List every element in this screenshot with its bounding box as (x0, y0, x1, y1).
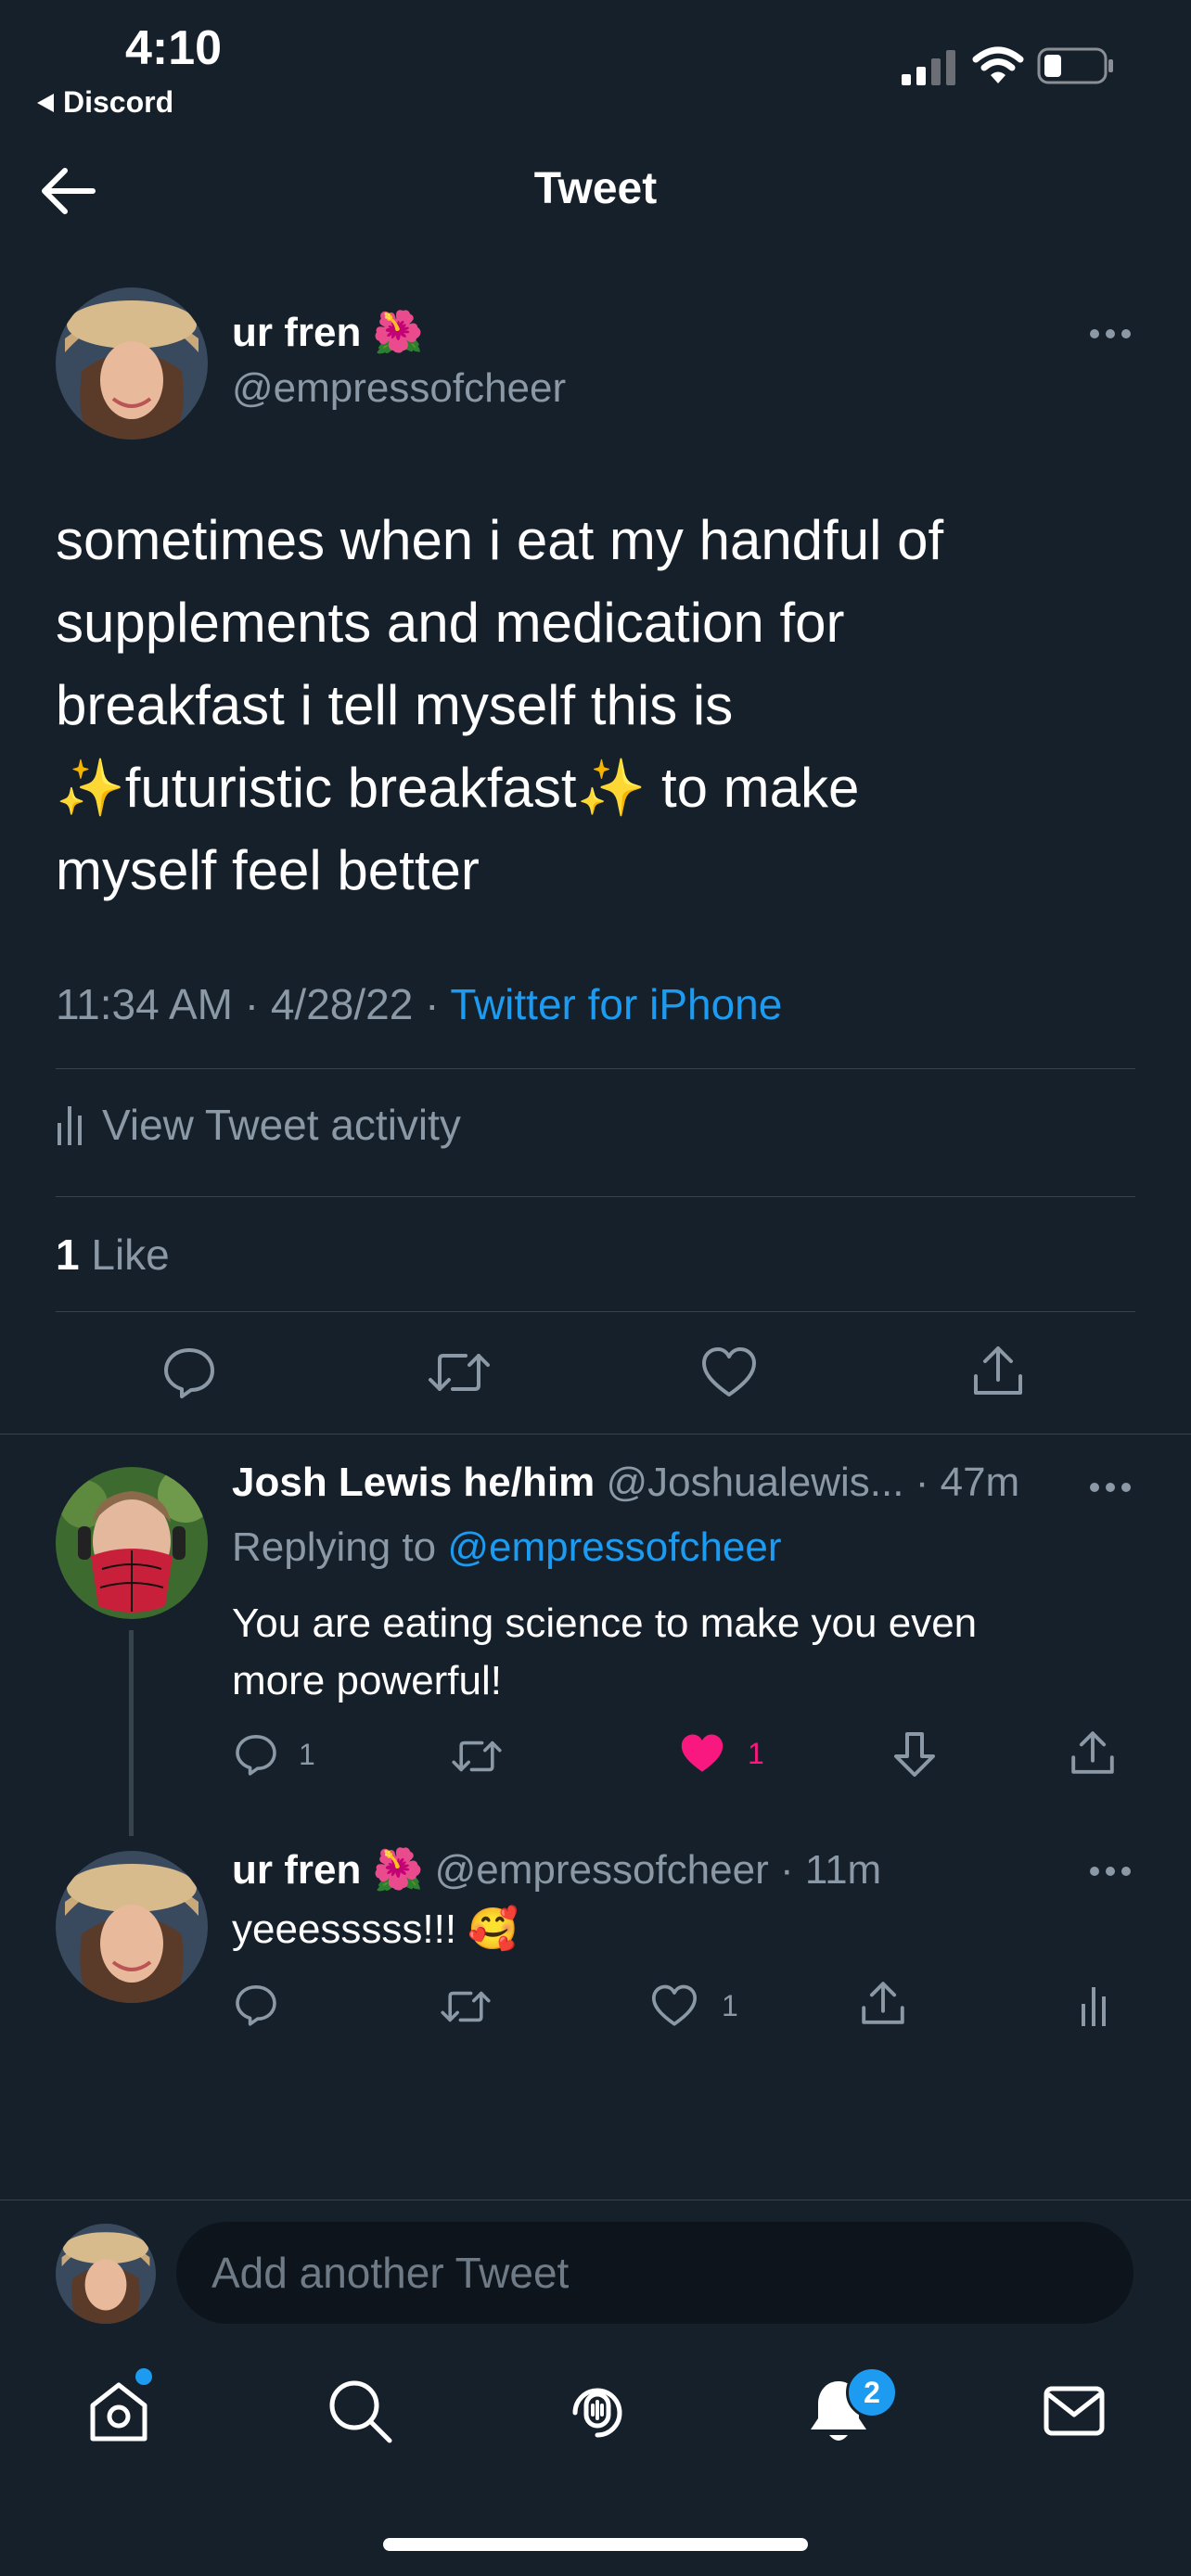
tweet-text-line: sometimes when i eat my handful of (56, 509, 944, 571)
reply-like-count: 1 (722, 1988, 738, 2022)
back-app-label: Discord (63, 85, 174, 119)
page-title: Tweet (533, 164, 658, 213)
signal-icon (900, 48, 957, 85)
reply-avatar[interactable] (56, 1467, 208, 1619)
wifi-icon (972, 46, 1024, 85)
messages-icon[interactable] (1039, 2376, 1109, 2446)
author-handle[interactable]: @empressofcheer (232, 365, 566, 412)
tweet-date: 4/28/22 (270, 980, 414, 1028)
replying-to: Replying to @empressofcheer (232, 1524, 782, 1571)
tweet-text-line: supplements and medication for (56, 592, 845, 654)
reply-more-options-icon[interactable] (1089, 1480, 1132, 1495)
reply-reply-button[interactable]: 1 (234, 1732, 315, 1777)
share-icon[interactable] (1069, 1728, 1117, 1777)
battery-icon (1037, 46, 1115, 85)
share-icon[interactable] (970, 1343, 1026, 1398)
compose-placeholder: Add another Tweet (211, 2249, 570, 2297)
view-tweet-activity-link[interactable]: View Tweet activity (56, 1100, 461, 1150)
search-icon[interactable] (325, 2376, 395, 2446)
likes-count: 1 (56, 1231, 80, 1279)
divider (56, 1068, 1135, 1069)
compose-avatar (56, 2224, 156, 2324)
notifications-badge: 2 (846, 2366, 898, 2418)
spaces-icon[interactable] (562, 2376, 633, 2446)
status-time: 4:10 (125, 21, 223, 75)
tweet-text: sometimes when i eat my handful of suppl… (56, 499, 1132, 912)
view-tweet-activity-label: View Tweet activity (102, 1101, 461, 1149)
tweet-text-line: ✨futuristic breakfast✨ to make (56, 757, 860, 819)
tweet-time: 11:34 AM (56, 980, 233, 1028)
author-avatar[interactable] (56, 287, 208, 440)
reply-more-options-icon[interactable] (1089, 1864, 1132, 1879)
reply-text-line: You are eating science to make you even (232, 1600, 978, 1646)
reply-display-name[interactable]: Josh Lewis he/him (232, 1460, 595, 1505)
reply-icon[interactable] (234, 1983, 278, 2027)
home-icon[interactable] (83, 2376, 154, 2446)
reply-display-name[interactable]: ur fren 🌺 (232, 1847, 423, 1893)
retweet-icon[interactable] (440, 1984, 492, 2029)
retweet-icon[interactable] (429, 1345, 490, 1400)
tweet-text-line: breakfast i tell myself this is (56, 674, 734, 736)
reply-handle[interactable]: @empressofcheer (435, 1847, 769, 1893)
share-icon[interactable] (859, 1979, 907, 2027)
back-to-app-link[interactable]: Discord (35, 85, 173, 120)
home-unread-dot (135, 2368, 152, 2385)
reply-count: 1 (299, 1737, 315, 1771)
analytics-icon (56, 1104, 83, 1145)
reply-header: ur fren 🌺 @empressofcheer · 11m (232, 1845, 881, 1894)
analytics-icon[interactable] (1080, 1984, 1108, 2027)
replying-to-handle-link[interactable]: @empressofcheer (447, 1524, 781, 1570)
reply-like-button[interactable]: 1 (679, 1732, 764, 1775)
reply-age: 47m (940, 1460, 1020, 1505)
reply-icon (234, 1732, 278, 1777)
divider (56, 1311, 1135, 1312)
tweet-meta: 11:34 AM · 4/28/22 · Twitter for iPhone (56, 979, 782, 1029)
reply-like-button[interactable]: 1 (651, 1984, 738, 2027)
reply-like-count: 1 (748, 1736, 764, 1770)
tweet-source-link[interactable]: Twitter for iPhone (450, 980, 782, 1028)
liked-heart-icon (679, 1732, 725, 1775)
like-icon (651, 1984, 698, 2027)
meta-separator: · (915, 1460, 941, 1505)
likes-summary[interactable]: 1 Like (56, 1230, 170, 1280)
reply-text-line: more powerful! (232, 1658, 503, 1703)
divider (56, 1196, 1135, 1197)
back-triangle-icon (35, 92, 56, 114)
tweet-text-line: myself feel better (56, 839, 480, 901)
reply-text: You are eating science to make you even … (232, 1595, 1104, 1710)
reply-icon[interactable] (161, 1345, 217, 1400)
reply-text: yeeesssss!!! 🥰 (232, 1906, 519, 1952)
reply-avatar[interactable] (56, 1851, 208, 2003)
compose-reply-input[interactable]: Add another Tweet (176, 2222, 1133, 2324)
likes-label: Like (91, 1231, 170, 1279)
author-display-name[interactable]: ur fren 🌺 (232, 308, 423, 356)
like-icon[interactable] (701, 1346, 757, 1402)
reply-age: 11m (804, 1847, 882, 1893)
retweet-icon[interactable] (451, 1734, 503, 1779)
divider (0, 1434, 1191, 1435)
home-indicator[interactable] (383, 2538, 808, 2551)
replying-to-prefix: Replying to (232, 1524, 437, 1570)
meta-separator: · (425, 980, 451, 1028)
meta-separator: · (244, 980, 271, 1028)
thread-line (129, 1630, 134, 1836)
downvote-icon[interactable] (892, 1730, 937, 1779)
meta-separator: · (779, 1847, 805, 1893)
more-options-icon[interactable] (1089, 326, 1132, 341)
reply-handle[interactable]: @Joshualewis... (606, 1460, 903, 1505)
reply-header: Josh Lewis he/him @Joshualewis... · 47m (232, 1460, 1019, 1506)
